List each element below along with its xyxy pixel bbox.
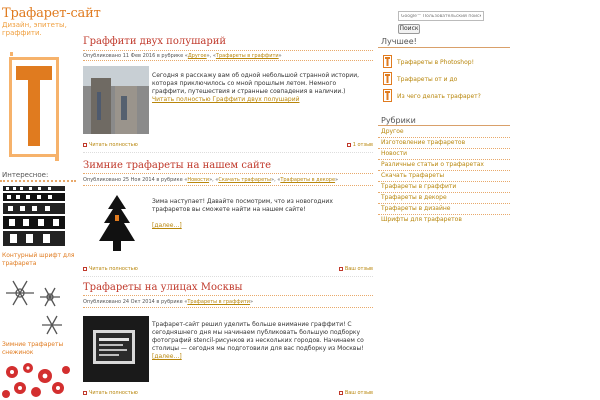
- best-item[interactable]: Из чего делать трафарет?: [383, 89, 513, 103]
- rubric-divider: [378, 181, 510, 182]
- doc-icon: [83, 390, 87, 395]
- post-body-3: Трафарет-сайт решил уделить больше внима…: [152, 321, 372, 361]
- read-full-link[interactable]: Читать полностью: [89, 266, 138, 272]
- post-divider-3: [83, 295, 373, 296]
- rubric-link[interactable]: Трафареты в декоре: [280, 177, 335, 183]
- post-title-2[interactable]: Зимние трафареты на нашем сайте: [83, 160, 271, 171]
- rubric-link[interactable]: Другое: [188, 53, 207, 59]
- read-more-link[interactable]: Читать полностью Граффити двух полушарий: [152, 96, 300, 103]
- t-logo-icon: [383, 55, 392, 68]
- post-divider-2: [83, 173, 373, 174]
- post-meta-prefix: Опубликовано 25 Ноя 2014 в рубрике «: [83, 177, 188, 183]
- caption-snowflake-stencils[interactable]: Зимние трафареты снежинок: [2, 341, 76, 357]
- post-thumbnail-1[interactable]: [83, 66, 149, 134]
- comment-icon: [346, 142, 351, 147]
- post-footer-3: Читать полностью Ваш отзыв: [83, 390, 373, 399]
- read-full-link[interactable]: Читать полностью: [89, 142, 138, 148]
- best-divider: [378, 47, 510, 48]
- post-excerpt: Сегодня я расскажу вам об одной небольшо…: [152, 72, 360, 95]
- post-meta-3: Опубликовано 24 Окт 2014 в рубрике «Траф…: [83, 299, 254, 305]
- interesting-title: Интересное:: [2, 171, 49, 179]
- t-logo-icon: [383, 72, 392, 85]
- comments-link[interactable]: 1 отзыв: [353, 142, 373, 148]
- rubric-link[interactable]: Скачать трафареты: [218, 177, 271, 183]
- site-description: Дизайн, эпитеты, граффити.: [2, 21, 67, 37]
- read-more-link[interactable]: [далее…]: [152, 353, 182, 360]
- post-thumbnail-2[interactable]: [96, 193, 138, 255]
- post-divider-3b: [83, 307, 373, 308]
- post-body-1: Сегодня я расскажу вам об одной небольшо…: [152, 72, 372, 104]
- post-divider-1b: [83, 60, 373, 61]
- left-divider: [0, 180, 76, 182]
- comment-icon: [338, 390, 343, 395]
- best-item-label[interactable]: Трафареты в Photoshop!: [397, 59, 474, 66]
- post-excerpt: Зима наступает! Давайте посмотрим, что и…: [152, 198, 333, 213]
- caption-contour-font[interactable]: Контурный шрифт для трафарета: [2, 252, 76, 268]
- post-footer-divider-1: [83, 152, 373, 153]
- post-excerpt: Трафарет-сайт решил уделить больше внима…: [152, 321, 364, 352]
- rubric-item[interactable]: Шрифты для трафаретов: [381, 216, 511, 227]
- post-divider-1: [83, 50, 373, 51]
- post-footer-divider-2: [83, 276, 373, 277]
- rubrics-divider: [378, 125, 510, 126]
- rubric-divider: [378, 148, 510, 149]
- flowers-image: [2, 363, 70, 398]
- post-thumbnail-3[interactable]: [83, 316, 149, 382]
- read-more-link[interactable]: [далее…]: [152, 222, 182, 229]
- doc-icon: [83, 142, 87, 147]
- read-full-link[interactable]: Читать полностью: [89, 390, 138, 396]
- rubric-divider: [378, 214, 510, 215]
- search-input[interactable]: [398, 11, 484, 21]
- post-body-2: Зима наступает! Давайте посмотрим, что и…: [152, 198, 372, 230]
- post-divider-2b: [83, 185, 373, 186]
- search-button[interactable]: Поиск: [398, 24, 420, 34]
- comment-icon: [338, 266, 343, 271]
- rubric-divider: [378, 137, 510, 138]
- post-meta-2: Опубликовано 25 Ноя 2014 в рубрике «Ново…: [83, 177, 339, 183]
- rubric-divider: [378, 159, 510, 160]
- rubric-divider: [378, 170, 510, 171]
- site-title[interactable]: Трафарет-сайт: [2, 6, 101, 21]
- rubrics-title: Рубрики: [381, 116, 416, 125]
- rubric-link[interactable]: Новости: [187, 177, 209, 183]
- best-title: Лучшее!: [381, 37, 417, 46]
- post-meta-prefix: Опубликовано 24 Окт 2014 в рубрике «: [83, 299, 188, 305]
- post-footer-2: Читать полностью Ваш отзыв: [83, 266, 373, 275]
- t-logo-icon: [383, 89, 392, 102]
- post-footer-1: Читать полностью 1 отзыв: [83, 142, 373, 151]
- snowflakes-image[interactable]: [2, 277, 68, 339]
- rubric-link[interactable]: Трафареты в граффити: [216, 53, 279, 59]
- best-item[interactable]: Трафареты в Photoshop!: [383, 55, 513, 69]
- post-title-3[interactable]: Трафареты на улицах Москвы: [83, 282, 242, 293]
- rubric-divider: [378, 192, 510, 193]
- best-item-label[interactable]: Из чего делать трафарет?: [397, 93, 481, 100]
- post-title-1[interactable]: Граффити двух полушарий: [83, 36, 226, 47]
- comments-link[interactable]: Ваш отзыв: [345, 390, 373, 396]
- best-item[interactable]: Трафареты от и до: [383, 72, 513, 86]
- doc-icon: [83, 266, 87, 271]
- rubric-divider: [378, 203, 510, 204]
- comments-link[interactable]: Ваш отзыв: [345, 266, 373, 272]
- rubric-link[interactable]: Трафареты в граффити: [187, 299, 250, 305]
- site-logo-t: [9, 52, 59, 161]
- post-meta-1: Опубликовано 11 Фев 2016 в рубрике «Друг…: [83, 53, 282, 59]
- best-item-label[interactable]: Трафареты от и до: [397, 76, 457, 83]
- post-meta-prefix: Опубликовано 11 Фев 2016 в рубрике «: [83, 53, 188, 59]
- font-sample-image[interactable]: [2, 184, 68, 250]
